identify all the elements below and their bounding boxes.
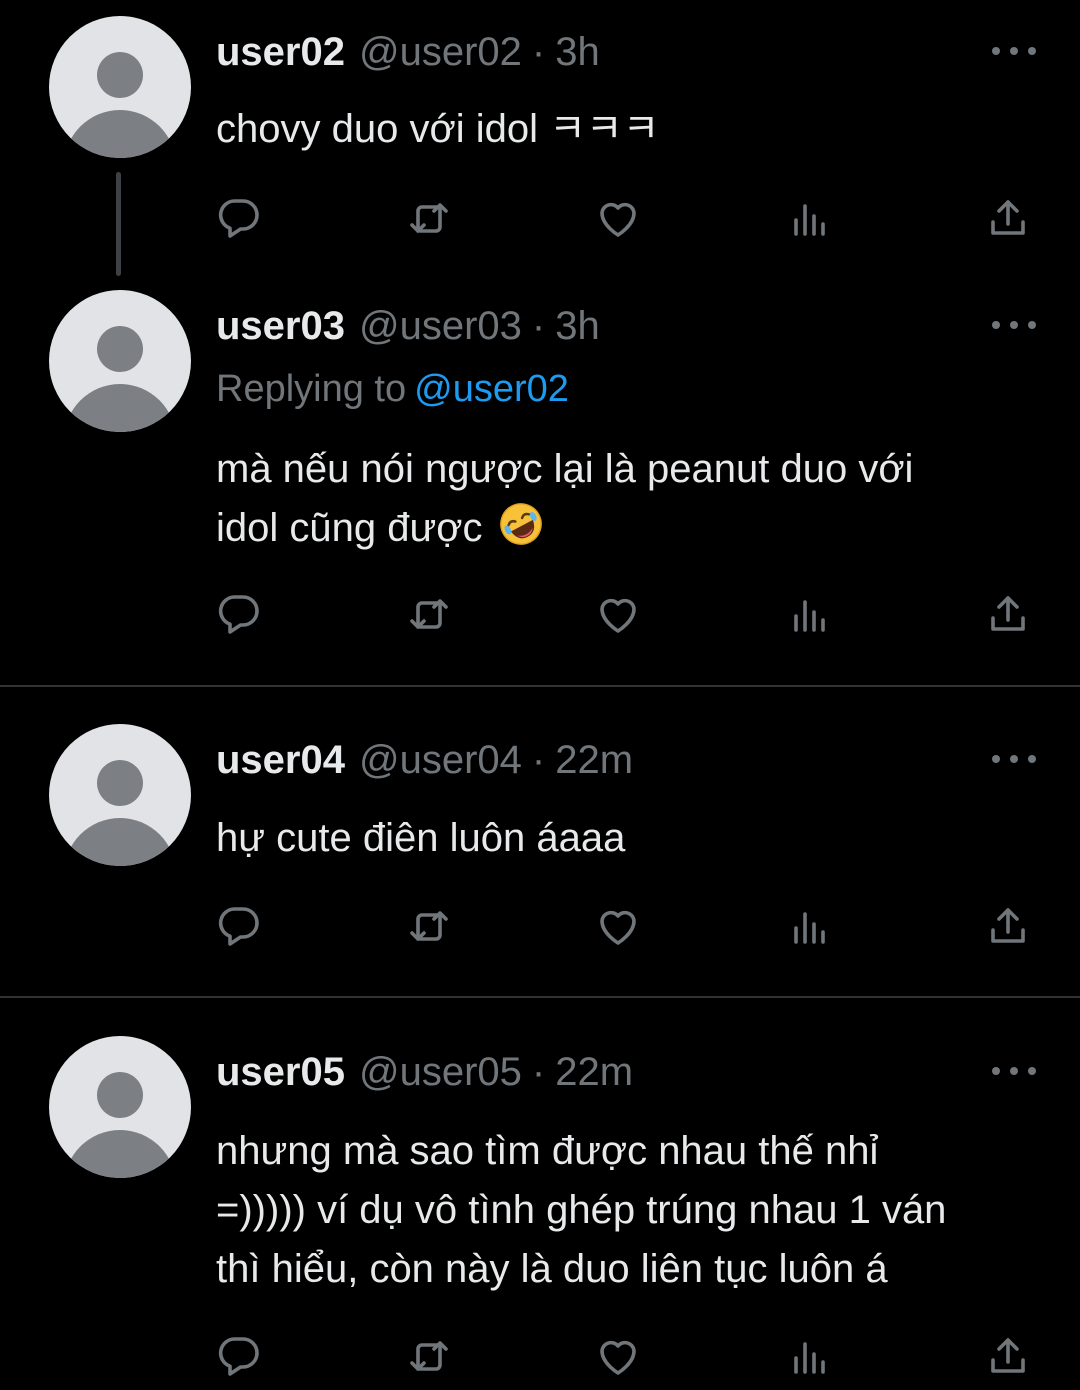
tweet-text-content: hự cute điên luôn áaaa: [216, 816, 626, 860]
user-handle[interactable]: @user02: [359, 30, 522, 75]
timestamp[interactable]: 22m: [555, 738, 633, 783]
tweet-text-line: nhưng mà sao tìm được nhau thế nhỉ: [216, 1129, 879, 1173]
tweet-text: nhưng mà sao tìm được nhau thế nhỉ =))))…: [216, 1122, 1046, 1299]
avatar[interactable]: [49, 724, 191, 866]
user-handle[interactable]: @user03: [359, 304, 522, 349]
avatar-head-shape: [97, 52, 143, 98]
tweet-actions: [0, 1330, 1080, 1382]
reply-icon[interactable]: [213, 900, 265, 952]
avatar-head-shape: [97, 326, 143, 372]
tweet[interactable]: user02 @user02 · 3h chovy duo với idol ㅋ…: [0, 0, 1080, 280]
tweet-text-content: chovy duo với idol ㅋㅋㅋ: [216, 107, 660, 151]
retweet-icon[interactable]: [403, 1330, 455, 1382]
replying-to: Replying to @user02: [216, 368, 569, 411]
avatar-body-shape: [64, 110, 176, 158]
avatar-body-shape: [64, 384, 176, 432]
like-icon[interactable]: [592, 1330, 644, 1382]
retweet-icon[interactable]: [403, 192, 455, 244]
separator-dot: ·: [531, 29, 546, 74]
tweet-text: mà nếu nói ngược lại là peanut duo với i…: [216, 440, 1046, 558]
avatar-body-shape: [64, 818, 176, 866]
replying-mention-link[interactable]: @user02: [414, 368, 569, 410]
user-handle[interactable]: @user05: [359, 1050, 522, 1095]
share-icon[interactable]: [982, 588, 1034, 640]
separator-dot: ·: [531, 303, 546, 348]
display-name[interactable]: user03: [216, 304, 345, 349]
tweet-text-line: idol cũng được: [216, 506, 483, 550]
timestamp[interactable]: 3h: [555, 304, 600, 349]
tweet-text: hự cute điên luôn áaaa: [216, 809, 1046, 868]
like-icon[interactable]: [592, 900, 644, 952]
reply-icon[interactable]: [213, 588, 265, 640]
tweet-actions: [0, 192, 1080, 244]
more-options-icon[interactable]: [992, 41, 1036, 61]
more-options-icon[interactable]: [992, 315, 1036, 335]
timestamp[interactable]: 22m: [555, 1050, 633, 1095]
views-icon[interactable]: [784, 1330, 836, 1382]
rolling-on-the-floor-laughing-emoji: [499, 503, 542, 545]
views-icon[interactable]: [784, 588, 836, 640]
avatar[interactable]: [49, 1036, 191, 1178]
more-options-icon[interactable]: [992, 1061, 1036, 1081]
reply-icon[interactable]: [213, 1330, 265, 1382]
user-handle[interactable]: @user04: [359, 738, 522, 783]
tweet-text-line: thì hiểu, còn này là duo liên tục luôn á: [216, 1247, 888, 1291]
tweet-text-line: =))))) ví dụ vô tình ghép trúng nhau 1 v…: [216, 1188, 947, 1232]
tweet[interactable]: user03 @user03 · 3h Replying to @user02 m…: [0, 280, 1080, 685]
tweet-text: chovy duo với idol ㅋㅋㅋ: [216, 100, 1046, 159]
tweet-header: user04 @user04 · 22m: [216, 730, 633, 790]
tweet-text-line: mà nếu nói ngược lại là peanut duo với: [216, 447, 914, 491]
replying-label: Replying to: [216, 368, 407, 410]
tweet-actions: [0, 588, 1080, 640]
more-options-icon[interactable]: [992, 749, 1036, 769]
tweet-header: user02 @user02 · 3h: [216, 22, 600, 82]
views-icon[interactable]: [784, 900, 836, 952]
share-icon[interactable]: [982, 192, 1034, 244]
reply-icon[interactable]: [213, 192, 265, 244]
views-icon[interactable]: [784, 192, 836, 244]
avatar-head-shape: [97, 760, 143, 806]
avatar[interactable]: [49, 16, 191, 158]
display-name[interactable]: user05: [216, 1050, 345, 1095]
separator-dot: ·: [531, 1049, 546, 1094]
like-icon[interactable]: [592, 192, 644, 244]
tweet-text-line-with-emoji: idol cũng được: [216, 499, 1046, 558]
timestamp[interactable]: 3h: [555, 30, 600, 75]
share-icon[interactable]: [982, 1330, 1034, 1382]
retweet-icon[interactable]: [403, 900, 455, 952]
tweet[interactable]: user04 @user04 · 22m hự cute điên luôn á…: [0, 687, 1080, 996]
separator-dot: ·: [531, 737, 546, 782]
retweet-icon[interactable]: [403, 588, 455, 640]
avatar[interactable]: [49, 290, 191, 432]
display-name[interactable]: user02: [216, 30, 345, 75]
avatar-body-shape: [64, 1130, 176, 1178]
tweet-header: user05 @user05 · 22m: [216, 1042, 633, 1102]
like-icon[interactable]: [592, 588, 644, 640]
tweet-actions: [0, 900, 1080, 952]
tweet[interactable]: user05 @user05 · 22m nhưng mà sao tìm đư…: [0, 998, 1080, 1390]
tweet-header: user03 @user03 · 3h: [216, 296, 600, 356]
avatar-head-shape: [97, 1072, 143, 1118]
display-name[interactable]: user04: [216, 738, 345, 783]
share-icon[interactable]: [982, 900, 1034, 952]
